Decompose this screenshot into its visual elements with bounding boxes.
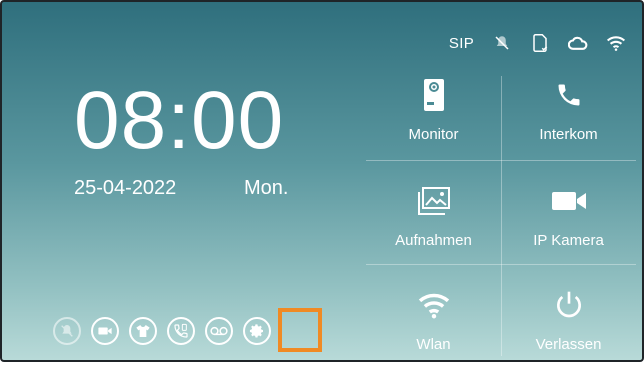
tile-label: Verlassen [535, 336, 602, 353]
voicemail-button[interactable] [205, 317, 233, 345]
tile-label: IP Kamera [533, 232, 604, 249]
tile-label: Aufnahmen [395, 232, 472, 249]
tile-label: Interkom [539, 126, 598, 143]
shirt-button[interactable] [129, 317, 157, 345]
menu-grid: Monitor Interkom Aufnahmen IP Kamera Wla [366, 54, 636, 358]
power-icon [553, 284, 585, 326]
sip-status: SIP [448, 34, 474, 52]
gallery-icon [417, 180, 451, 222]
home-screen: SIP 08:00 25-04-2022 Mon. Monitor Interk… [0, 0, 644, 362]
doorbell-station-icon [423, 74, 445, 116]
call-forward-icon [174, 323, 188, 338]
shirt-icon [136, 325, 150, 337]
voicemail-icon [210, 326, 228, 336]
cloud-icon [568, 33, 588, 53]
tile-wlan[interactable]: Wlan [366, 264, 501, 360]
video-record-icon [98, 327, 112, 335]
settings-icon [249, 324, 263, 338]
sd-card-icon [530, 33, 550, 53]
tile-verlassen[interactable]: Verlassen [501, 264, 636, 360]
wifi-icon [416, 284, 452, 326]
settings-highlight [278, 308, 322, 352]
tile-monitor[interactable]: Monitor [366, 54, 501, 155]
call-forward-button[interactable] [167, 317, 195, 345]
phone-icon [555, 74, 583, 116]
tile-interkom[interactable]: Interkom [501, 54, 636, 155]
status-bar: SIP [449, 32, 626, 54]
clock-date: 25-04-2022 [74, 177, 177, 199]
mute-icon [492, 33, 512, 53]
tile-label: Monitor [408, 126, 459, 143]
tile-aufnahmen[interactable]: Aufnahmen [366, 160, 501, 261]
tile-label: Wlan [416, 336, 451, 353]
do-not-disturb-button[interactable] [53, 317, 81, 345]
wifi-icon [606, 33, 626, 53]
clock-time: 08:00 [74, 75, 285, 166]
tile-ip-kamera[interactable]: IP Kamera [501, 160, 636, 261]
video-camera-icon [551, 180, 587, 222]
settings-button[interactable] [243, 317, 271, 345]
clock-day: Mon. [244, 177, 289, 199]
quick-action-bar [53, 317, 271, 345]
video-record-button[interactable] [91, 317, 119, 345]
do-not-disturb-icon [61, 325, 73, 337]
